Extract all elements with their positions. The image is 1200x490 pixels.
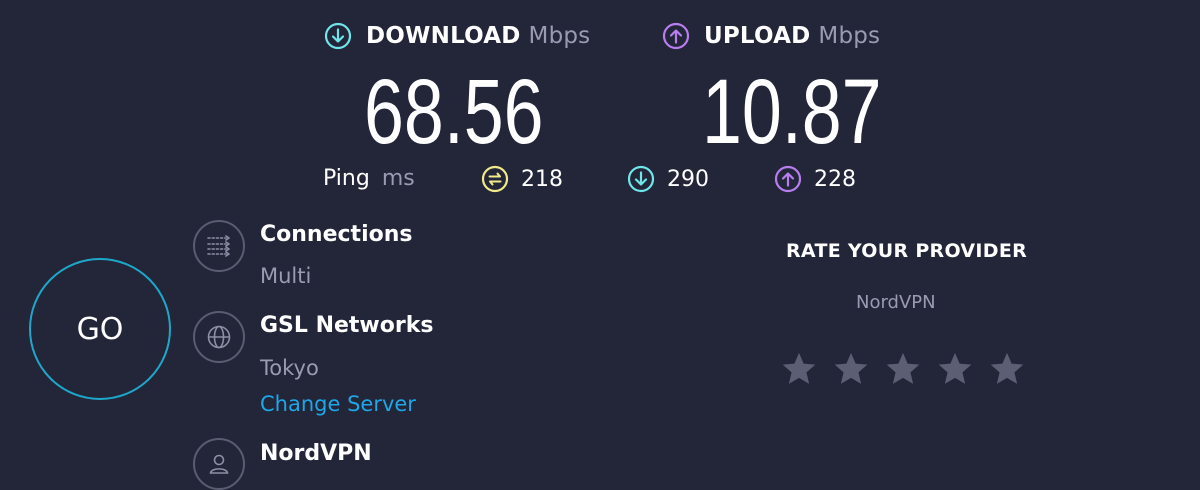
connections-glyph: [207, 235, 230, 257]
star-icon[interactable]: [884, 350, 922, 388]
ping-upload-value: 228: [814, 166, 856, 192]
server-title: GSL Networks: [260, 313, 434, 338]
connections-icon[interactable]: [193, 220, 245, 272]
ping-idle: 218: [481, 165, 563, 193]
download-value: 68.56: [364, 61, 544, 163]
download-label: DOWNLOAD: [366, 23, 521, 49]
rating-stars: [780, 350, 1026, 388]
change-server-link[interactable]: Change Server: [260, 392, 416, 416]
download-unit: Mbps: [528, 23, 591, 49]
go-button[interactable]: GO: [29, 258, 171, 400]
ping-row: Ping ms: [323, 166, 415, 191]
ping-download-icon: [627, 165, 655, 193]
rate-title: RATE YOUR PROVIDER: [786, 240, 1028, 262]
download-arrow-icon: [324, 22, 352, 50]
ping-download: 290: [627, 165, 709, 193]
connections-value: Multi: [260, 264, 312, 288]
user-glyph: [209, 454, 229, 474]
download-section: DOWNLOAD Mbps 68.56: [324, 22, 590, 158]
user-icon: [193, 438, 245, 490]
upload-arrow-icon: [662, 22, 690, 50]
upload-label: UPLOAD: [704, 23, 811, 49]
globe-icon: [193, 311, 245, 363]
ping-label: Ping: [323, 166, 370, 191]
upload-header: UPLOAD Mbps: [662, 22, 880, 50]
upload-section: UPLOAD Mbps 10.87: [662, 22, 882, 158]
ping-idle-value: 218: [521, 166, 563, 192]
star-icon[interactable]: [988, 350, 1026, 388]
ping-unit: ms: [381, 166, 415, 191]
download-header: DOWNLOAD Mbps: [324, 22, 590, 50]
globe-glyph: [207, 325, 231, 349]
server-location: Tokyo: [260, 356, 319, 380]
ping-download-value: 290: [667, 166, 709, 192]
ping-upload: 228: [774, 165, 856, 193]
rate-provider-name: NordVPN: [856, 292, 936, 313]
connections-title: Connections: [260, 222, 413, 247]
star-icon[interactable]: [780, 350, 818, 388]
provider-title: NordVPN: [260, 441, 372, 466]
upload-value: 10.87: [702, 61, 882, 163]
ping-upload-icon: [774, 165, 802, 193]
idle-ping-icon: [481, 165, 509, 193]
upload-unit: Mbps: [818, 23, 881, 49]
star-icon[interactable]: [936, 350, 974, 388]
star-icon[interactable]: [832, 350, 870, 388]
